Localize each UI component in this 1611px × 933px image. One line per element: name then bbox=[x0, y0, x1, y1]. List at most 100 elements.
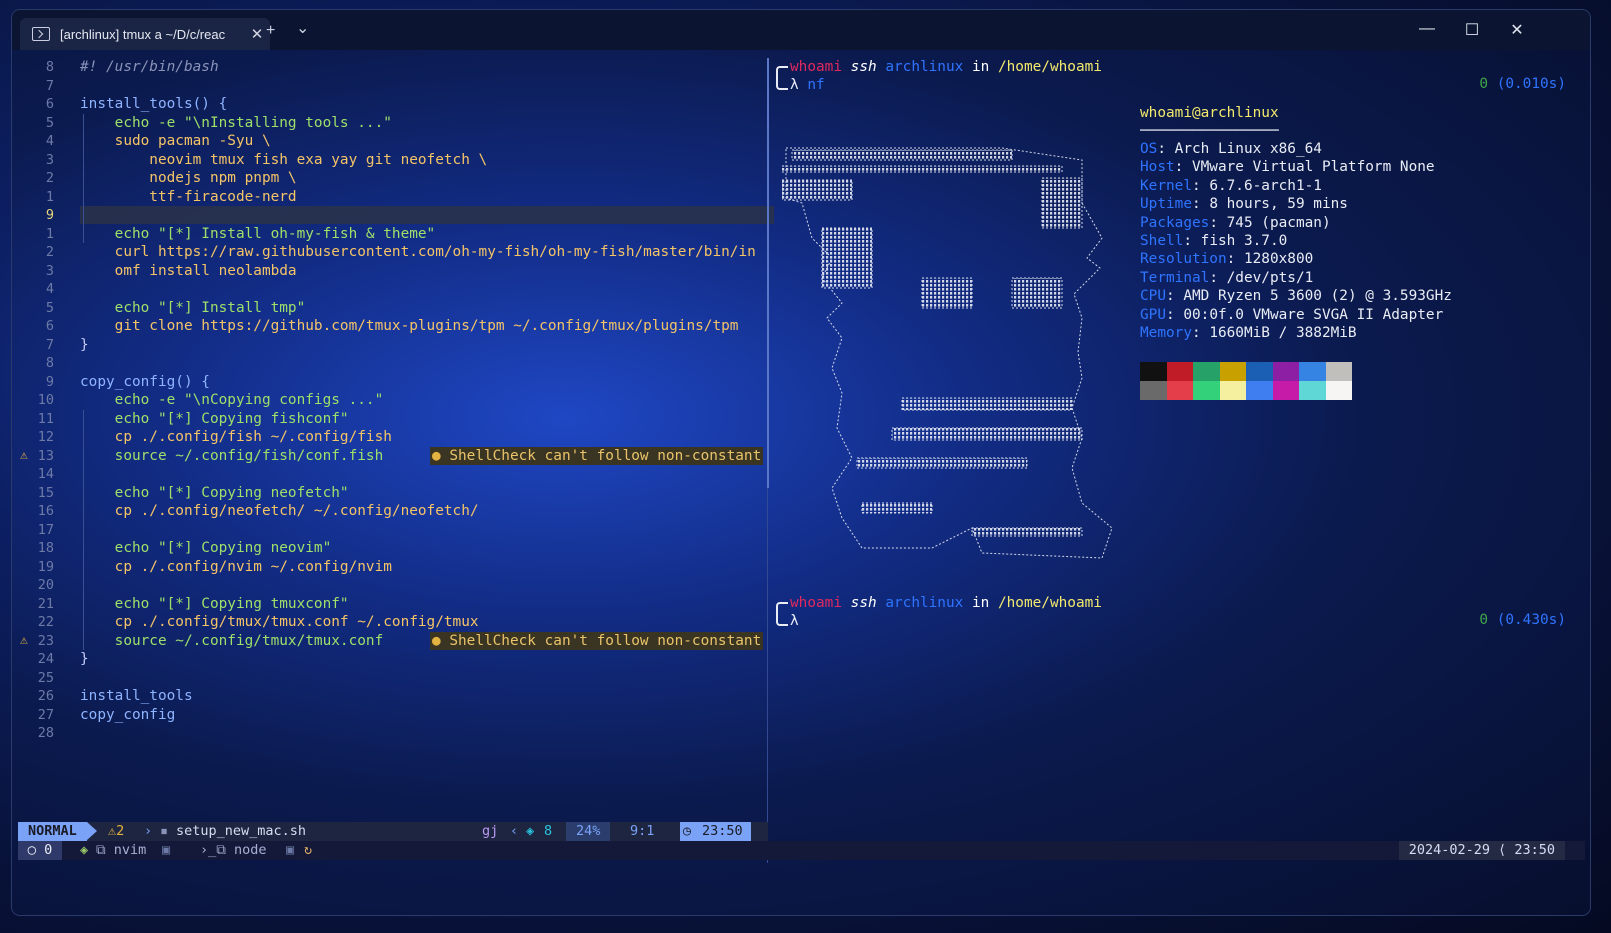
code-line[interactable]: 9 bbox=[12, 206, 774, 224]
palette-swatch bbox=[1166, 362, 1193, 381]
tmux-window-nvim[interactable]: ⧉ nvim bbox=[96, 841, 146, 860]
code-line[interactable]: 12 cp ./.config/fish ~/.config/fish bbox=[12, 428, 774, 446]
line-number: 7 bbox=[45, 77, 54, 94]
code-text: cp ./.config/nvim ~/.config/nvim bbox=[80, 558, 392, 575]
palette-swatch bbox=[1272, 362, 1299, 381]
code-line[interactable]: 19 cp ./.config/nvim ~/.config/nvim bbox=[12, 558, 774, 576]
code-line[interactable]: 7 bbox=[12, 77, 774, 95]
minimize-button[interactable]: — bbox=[1412, 20, 1442, 38]
code-line[interactable]: 8 #! /usr/bin/bash bbox=[12, 58, 774, 76]
tmux-session[interactable]: ◯ 0 bbox=[18, 841, 62, 860]
code-line[interactable]: 8 bbox=[12, 354, 774, 372]
field-key: OS bbox=[1140, 141, 1158, 157]
warning-count: ⚠2 bbox=[108, 823, 125, 839]
terminal-window: [archlinux] tmux a ~/D/c/reac ✕ + ⌄ — ☐ … bbox=[12, 10, 1590, 915]
line-number: 4 bbox=[45, 133, 54, 149]
cursor-position: 9:1 bbox=[630, 823, 655, 839]
window-flag-icon: ▣ bbox=[286, 842, 295, 858]
code-line[interactable]: 17 bbox=[12, 521, 774, 539]
nvim-pane[interactable]: 8 #! /usr/bin/bash 7 6 install_tools() {5 ec… bbox=[12, 52, 774, 864]
ascii-art bbox=[781, 147, 1113, 559]
field-value: 745 (pacman) bbox=[1226, 214, 1331, 231]
code-line[interactable]: 16 cp ./.config/neofetch/ ~/.config/neof… bbox=[12, 502, 774, 520]
line-number: 23 bbox=[37, 632, 54, 649]
line-number: 22 bbox=[37, 614, 54, 630]
code-text: } bbox=[80, 651, 89, 667]
command-status: 0 (0.010s) bbox=[1479, 76, 1566, 92]
terminal-tab[interactable]: [archlinux] tmux a ~/D/c/reac ✕ bbox=[20, 18, 270, 50]
code-text: install_tools bbox=[80, 688, 193, 704]
code-line[interactable]: 4 bbox=[12, 280, 774, 298]
code-line[interactable]: 1 echo "[*] Install oh-my-fish & theme" bbox=[12, 225, 774, 243]
code-line[interactable]: 14 bbox=[12, 465, 774, 483]
prompt-ssh: ssh bbox=[850, 595, 877, 611]
line-number: 24 bbox=[37, 651, 54, 667]
indent-guide bbox=[83, 409, 84, 650]
code-line[interactable]: 2 nodejs npm pnpm \ bbox=[12, 169, 774, 187]
tmux-window-node[interactable]: ›_⧉ node bbox=[200, 841, 267, 860]
code-line[interactable]: 22 cp ./.config/tmux/tmux.conf ~/.config… bbox=[12, 613, 774, 631]
code-line[interactable]: 20 bbox=[12, 576, 774, 594]
code-line[interactable]: 25 bbox=[12, 669, 774, 687]
code-line[interactable]: 27 copy_config bbox=[12, 706, 774, 724]
field-value: 6.7.6-arch1-1 bbox=[1209, 177, 1322, 194]
close-window-button[interactable]: ✕ bbox=[1502, 20, 1532, 40]
neofetch-field: Kernel: 6.7.6-arch1-1 bbox=[1140, 177, 1322, 194]
palette-swatch bbox=[1299, 381, 1326, 400]
tab-title: [archlinux] tmux a ~/D/c/reac bbox=[60, 26, 226, 42]
code-line[interactable]: 15 echo "[*] Copying neofetch" bbox=[12, 484, 774, 502]
code-text: omf install neolambda bbox=[80, 262, 297, 279]
code-line[interactable]: 28 bbox=[12, 724, 774, 742]
line-number: 4 bbox=[45, 281, 54, 297]
code-line[interactable]: 1 ttf-firacode-nerd bbox=[12, 188, 774, 206]
code-line[interactable]: 11 echo "[*] Copying fishconf" bbox=[12, 410, 774, 428]
lsp-count: 8 bbox=[544, 823, 553, 839]
code-line[interactable]: 23 source ~/.config/tmux/tmux.conf ⚠ Shell… bbox=[12, 631, 774, 650]
code-line[interactable]: 10 echo -e "\nCopying configs ..." bbox=[12, 391, 774, 409]
shell-pane[interactable]: whoami ssh archlinux in /home/whoami λ n… bbox=[774, 52, 1590, 864]
prompt-line: whoami ssh archlinux in /home/whoami bbox=[790, 58, 1102, 76]
code-line[interactable]: 4 sudo pacman -Syu \ bbox=[12, 132, 774, 150]
statusline-filename: setup_new_mac.sh bbox=[176, 823, 307, 839]
line-number: 17 bbox=[37, 521, 54, 538]
code-line[interactable]: 21 echo "[*] Copying tmuxconf" bbox=[12, 595, 774, 613]
new-tab-button[interactable]: + bbox=[266, 22, 275, 40]
field-key: Kernel bbox=[1140, 177, 1192, 194]
code-line[interactable]: 5 echo -e "\nInstalling tools ..." bbox=[12, 114, 774, 132]
code-text: git clone https://github.com/tmux-plugin… bbox=[80, 318, 739, 334]
field-value: VMware Virtual Platform None bbox=[1191, 159, 1435, 176]
prompt-in: in bbox=[971, 59, 990, 75]
line-number: 10 bbox=[37, 392, 54, 408]
pane-divider[interactable] bbox=[767, 488, 768, 863]
code-text: cp ./.config/tmux/tmux.conf ~/.config/tm… bbox=[80, 614, 479, 630]
line-number: 1 bbox=[45, 225, 54, 242]
warning-icon[interactable]: ⚠ bbox=[20, 632, 28, 650]
code-line[interactable]: 6 install_tools() { bbox=[12, 95, 774, 113]
maximize-button[interactable]: ☐ bbox=[1457, 20, 1487, 40]
code-line[interactable]: 5 echo "[*] Install tmp" bbox=[12, 299, 774, 317]
palette-swatch bbox=[1140, 381, 1167, 400]
field-value: /dev/pts/1 bbox=[1226, 269, 1314, 286]
line-number: 3 bbox=[45, 151, 54, 168]
command-duration: (0.430s) bbox=[1496, 612, 1566, 628]
code-line[interactable]: 6 git clone https://github.com/tmux-plug… bbox=[12, 317, 774, 335]
code-line[interactable]: 26 install_tools bbox=[12, 687, 774, 705]
tab-dropdown-icon[interactable]: ⌄ bbox=[296, 18, 309, 38]
code-line[interactable]: 13 source ~/.config/fish/conf.fish ⚠ Shell… bbox=[12, 446, 774, 465]
code-line[interactable]: 18 echo "[*] Copying neovim" bbox=[12, 539, 774, 557]
code-line[interactable]: 24} bbox=[12, 650, 774, 668]
warning-icon[interactable]: ⚠ bbox=[20, 447, 28, 465]
field-key: CPU bbox=[1140, 288, 1166, 305]
command-line[interactable]: λ bbox=[790, 612, 799, 630]
code-line[interactable]: 3 neovim tmux fish exa yay git neofetch … bbox=[12, 151, 774, 169]
code-line[interactable]: 3 omf install neolambda bbox=[12, 262, 774, 280]
code-text: echo "[*] Install tmp" bbox=[80, 299, 306, 316]
field-value: 00:0f.0 VMware SVGA II Adapter bbox=[1183, 306, 1444, 323]
line-number: 11 bbox=[37, 410, 54, 427]
code-line[interactable]: 7} bbox=[12, 336, 774, 354]
palette-swatch bbox=[1272, 381, 1299, 400]
line-number: 15 bbox=[37, 484, 54, 501]
code-line[interactable]: 9 copy_config() { bbox=[12, 373, 774, 391]
pane-divider-active[interactable] bbox=[767, 58, 769, 488]
code-line[interactable]: 2 curl https://raw.githubusercontent.com… bbox=[12, 243, 774, 261]
